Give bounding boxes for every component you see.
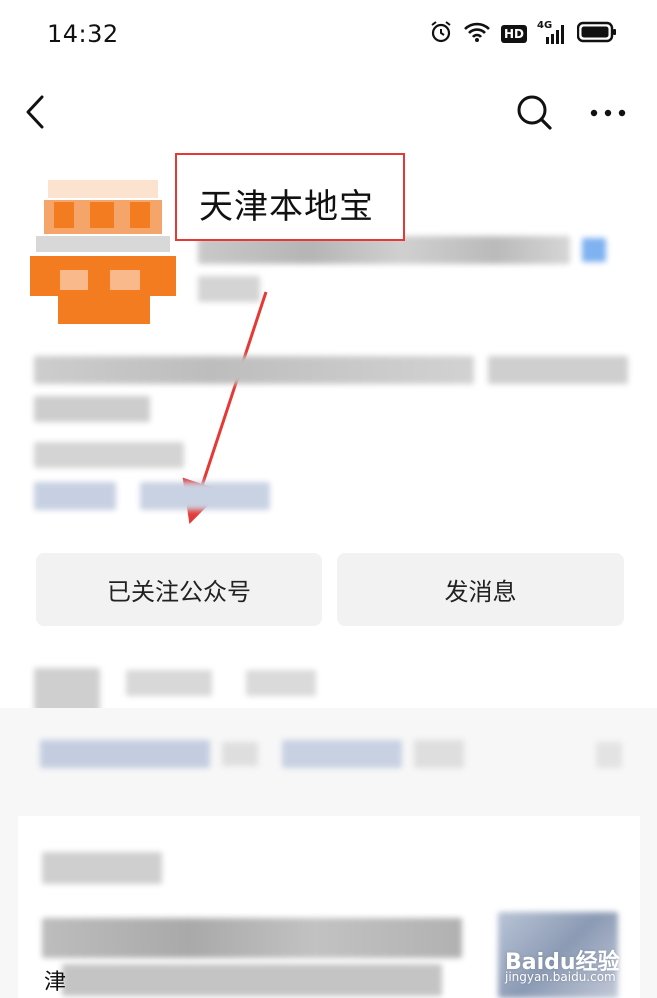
card-title-line-2 [62,964,442,996]
follow-status-button[interactable]: 已关注公众号 [36,553,322,626]
card-date [42,852,162,884]
battery-icon [576,21,617,47]
description-line-3 [34,442,184,468]
more-dots-icon[interactable] [588,98,628,128]
stats-item-3 [246,670,316,696]
account-meta-blurred [198,276,260,302]
related-link-1[interactable] [40,740,210,768]
watermark-url: jingyan.baidu.com [505,970,616,984]
status-time: 14:32 [47,20,119,48]
status-icons: HD 4G [429,20,617,48]
nav-bar [0,80,657,144]
search-icon[interactable] [514,92,554,132]
verified-icon [582,238,606,262]
related-separator [222,742,258,766]
back-chevron-icon[interactable] [22,94,52,130]
related-link-2[interactable] [282,740,402,768]
stats-item-2 [126,670,212,696]
tag-link-2[interactable] [140,482,270,510]
avatar[interactable] [30,170,176,330]
description-line-1b [488,356,628,384]
status-bar: 14:32 HD 4G [0,0,657,70]
hd-icon: HD [500,25,527,43]
account-name: 天津本地宝 [199,187,374,227]
description-line-2 [34,396,150,422]
send-message-button[interactable]: 发消息 [337,553,624,626]
card-title-partial: 津 [44,970,67,995]
related-link-3[interactable] [414,740,464,768]
alarm-icon [429,20,453,48]
chevron-right-icon[interactable] [596,742,622,768]
account-name-highlight: 天津本地宝 [175,153,405,241]
description-line-1 [34,356,474,384]
signal-4g-icon: 4G [537,20,567,46]
tag-link-1[interactable] [34,482,116,510]
card-title-line-1 [42,918,462,958]
wifi-icon [463,21,491,47]
